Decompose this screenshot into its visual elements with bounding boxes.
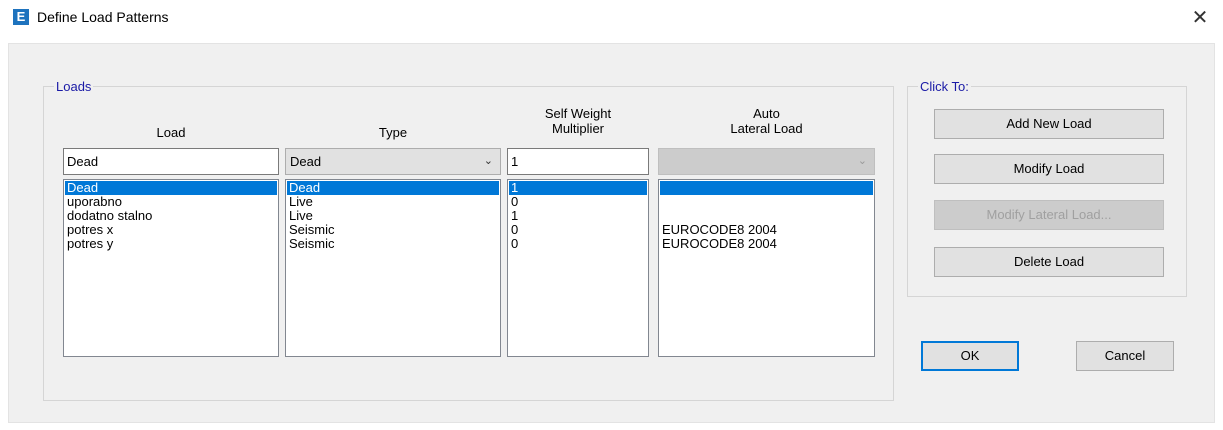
loads-group-label: Loads [54,79,94,94]
close-icon[interactable]: ✕ [1187,6,1213,30]
auto-lateral-list[interactable]: EUROCODE8 2004 EUROCODE8 2004 [658,179,875,357]
list-item[interactable]: EUROCODE8 2004 [660,237,873,251]
load-name-input[interactable]: Dead [63,148,279,175]
list-item[interactable]: EUROCODE8 2004 [660,223,873,237]
ok-button[interactable]: OK [921,341,1019,371]
list-item[interactable]: Live [287,195,499,209]
auto-lateral-column-header: Auto Lateral Load [658,106,875,136]
dialog-client-area: Loads Load Type Self Weight Multiplier A… [8,43,1215,423]
cancel-button[interactable]: Cancel [1076,341,1174,371]
chevron-down-icon: ⌄ [857,155,867,167]
auto-lateral-header-line2: Lateral Load [730,121,803,136]
self-weight-header-line2: Multiplier [551,121,604,136]
list-item[interactable]: Seismic [287,237,499,251]
list-item[interactable]: 0 [509,195,647,209]
click-to-group-label: Click To: [918,79,971,94]
list-item[interactable]: 0 [509,237,647,251]
list-item[interactable]: Dead [65,181,277,195]
self-weight-list[interactable]: 1 0 1 0 0 [507,179,649,357]
auto-lateral-dropdown: ⌄ [658,148,875,175]
load-type-value: Dead [290,154,322,169]
list-item[interactable]: 1 [509,209,647,223]
self-weight-column-header: Self Weight Multiplier [507,106,649,136]
load-column-header: Load [156,125,186,140]
list-item[interactable]: Live [287,209,499,223]
chevron-down-icon: ⌄ [483,155,493,167]
modify-lateral-load-button: Modify Lateral Load... [934,200,1164,230]
delete-load-button[interactable]: Delete Load [934,247,1164,277]
window-title: Define Load Patterns [37,9,169,25]
title-bar: E Define Load Patterns ✕ [0,0,1223,40]
self-weight-header-line1: Self Weight [544,106,612,121]
add-new-load-button[interactable]: Add New Load [934,109,1164,139]
etabs-app-icon: E [13,9,29,25]
list-item[interactable]: dodatno stalno [65,209,277,223]
list-item[interactable] [660,195,873,209]
list-item[interactable]: 1 [509,181,647,195]
list-item[interactable] [660,181,873,195]
list-item[interactable]: 0 [509,223,647,237]
list-item[interactable]: Seismic [287,223,499,237]
type-column-header: Type [378,125,408,140]
load-type-list[interactable]: Dead Live Live Seismic Seismic [285,179,501,357]
list-item[interactable] [660,209,873,223]
load-name-list[interactable]: Dead uporabno dodatno stalno potres x po… [63,179,279,357]
auto-lateral-header-line1: Auto [753,106,780,121]
list-item[interactable]: Dead [287,181,499,195]
modify-load-button[interactable]: Modify Load [934,154,1164,184]
load-type-dropdown[interactable]: Dead ⌄ [285,148,501,175]
list-item[interactable]: uporabno [65,195,277,209]
list-item[interactable]: potres y [65,237,277,251]
self-weight-input[interactable]: 1 [507,148,649,175]
list-item[interactable]: potres x [65,223,277,237]
